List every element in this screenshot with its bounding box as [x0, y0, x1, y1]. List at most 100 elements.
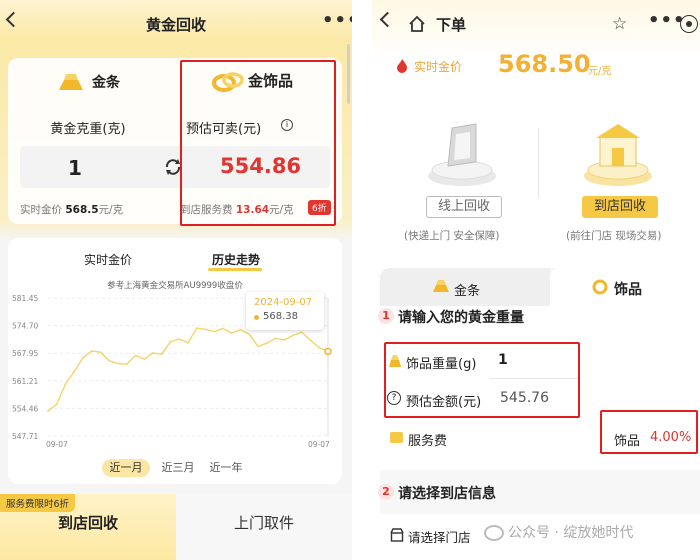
store-recycle-button[interactable]: 到店回收 [582, 196, 658, 218]
step2-number: 2 [378, 484, 394, 500]
more-menu-icon[interactable]: ••• [322, 10, 352, 31]
data-point [143, 358, 146, 361]
data-point [230, 332, 233, 334]
data-point [309, 339, 312, 342]
data-point [99, 351, 102, 354]
price-value: 568.50 [498, 50, 591, 78]
data-point [152, 352, 154, 354]
data-point [64, 383, 67, 385]
data-point [160, 353, 163, 356]
gold-bar-icon [56, 72, 86, 92]
tooltip-dot-icon [254, 315, 259, 320]
data-point [90, 350, 93, 352]
ring-icon [592, 279, 608, 295]
realtime-unit: 元/克 [98, 204, 124, 216]
range-1y-button[interactable]: 近一年 [202, 459, 250, 477]
realtime-prefix: 实时金价 [20, 204, 62, 216]
tab-jewelry-label: 饰品 [614, 282, 642, 298]
y-tick-label: 574.70 [12, 322, 38, 331]
tab-pickup[interactable]: 上门取件 [176, 512, 352, 533]
order-title: 下单 [436, 16, 467, 34]
tab-history-trend[interactable]: 历史走势 [212, 251, 260, 268]
data-point [125, 363, 128, 365]
scrollbar[interactable] [347, 44, 350, 104]
tab-gold-bar[interactable]: 金条 [92, 72, 120, 92]
tab-realtime-price[interactable]: 实时金价 [84, 251, 132, 268]
store-recycle-icon [578, 110, 658, 190]
online-recycle-icon [422, 110, 502, 190]
promo-badge: 服务费限时6折 [0, 494, 76, 512]
data-point [204, 328, 207, 331]
online-recycle-desc: (快递上门 安全保障) [404, 230, 500, 242]
highlight-box-service [600, 410, 698, 454]
tooltip-value: 568.38 [263, 311, 298, 322]
data-point [178, 338, 181, 341]
data-point [274, 337, 277, 340]
data-point [292, 334, 294, 337]
tooltip-date: 2024-09-07 [254, 297, 313, 308]
data-point [82, 357, 84, 359]
data-point [213, 330, 216, 333]
data-point [239, 328, 242, 331]
step1-number: 1 [378, 308, 394, 324]
home-icon[interactable] [408, 15, 426, 33]
back-button-right[interactable] [379, 11, 396, 28]
favorite-star-icon[interactable]: ☆ [612, 14, 627, 34]
flame-icon [396, 58, 408, 73]
close-mini-program-icon[interactable] [680, 15, 698, 33]
x-tick-label: 09-07 [308, 440, 330, 448]
highlight-point [324, 347, 332, 356]
step2-title: 请选择到店信息 [398, 486, 496, 502]
price-label: 实时金价 [414, 60, 463, 74]
right-screen: 下单 ☆ ••• 实时金价 568.50 元/克 线上回收 (快递上门 安全保障… [372, 0, 700, 560]
store-icon [390, 528, 404, 542]
data-point [108, 359, 111, 362]
y-tick-label: 581.45 [12, 294, 38, 303]
price-unit: 元/克 [588, 66, 612, 77]
tab-gold-bar-right[interactable]: 金条 [380, 268, 550, 306]
left-screen: 黄金回收 ••• 金条 金饰品 黄金克重(克) 预估可卖(元) i 1 554.… [0, 0, 352, 560]
realtime-price: 568.5 [65, 204, 99, 216]
data-point [195, 327, 198, 329]
data-point [283, 339, 286, 341]
active-tab-indicator [208, 268, 262, 271]
highlight-box-jewelry [180, 60, 336, 226]
gold-bar-icon [432, 279, 450, 293]
service-fee-icon [390, 432, 403, 443]
highlight-box-weight [384, 342, 580, 418]
data-point [257, 345, 259, 348]
data-point [187, 341, 189, 344]
store-recycle-desc: (前往门店 现场交易) [566, 230, 662, 242]
y-tick-label: 554.46 [12, 404, 38, 413]
back-chevron-icon [379, 11, 396, 28]
tab-store-recycle-label: 到店回收 [57, 514, 118, 532]
data-point [265, 342, 268, 345]
range-1m-button[interactable]: 近一月 [102, 459, 150, 477]
watermark-text: 公众号 · 绽放她时代 [508, 525, 634, 541]
chart-card: 实时金价 历史走势 参考上海黄金交易所AU9999收盘价 547.71 554.4… [8, 238, 342, 484]
method-divider [538, 128, 539, 198]
x-tick-label: 09-07 [46, 440, 68, 448]
weight-input[interactable]: 1 [68, 156, 82, 180]
tab-jewelry-right[interactable]: 饰品 [550, 268, 700, 306]
online-recycle-button[interactable]: 线上回收 [426, 196, 502, 218]
store-select-label: 请选择门店 [408, 530, 471, 545]
page-title: 黄金回收 [145, 16, 206, 34]
data-point [300, 331, 303, 334]
data-point [47, 410, 49, 412]
data-point [169, 340, 172, 343]
tab-store-recycle[interactable]: 服务费限时6折 到店回收 [0, 494, 176, 560]
panel-divider [352, 0, 372, 560]
chart-tooltip: 2024-09-07 568.38 [246, 292, 324, 330]
step1-title: 请输入您的黄金重量 [398, 310, 524, 326]
realtime-price-line: 实时金价 568.5元/克 [20, 202, 123, 217]
range-3m-button[interactable]: 近三月 [154, 459, 202, 477]
data-point [134, 354, 137, 357]
y-tick-label: 561.21 [12, 377, 38, 386]
data-point [73, 370, 76, 373]
watermark: 公众号 · 绽放她时代 [484, 522, 633, 542]
tab-gold-bar-label: 金条 [454, 284, 481, 299]
y-tick-label: 547.71 [12, 432, 38, 441]
weight-label: 黄金克重(克) [50, 122, 126, 137]
data-point [55, 403, 58, 406]
